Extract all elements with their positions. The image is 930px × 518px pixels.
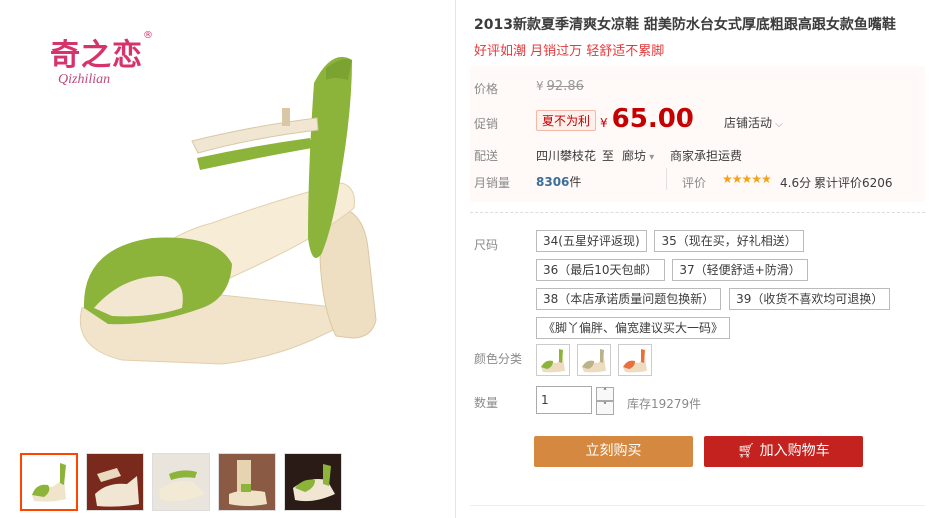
thumbnail-4[interactable] <box>218 453 276 511</box>
brand-name-en: Qizhilian <box>58 72 111 87</box>
ship-to-word: 至 <box>602 149 615 163</box>
yen-sign: ¥ <box>600 116 608 130</box>
rating-stars-icon: ★★★★★ <box>722 172 772 186</box>
total-reviews[interactable]: 累计评价6206 <box>814 174 893 191</box>
monthly-sales-unit: 件 <box>569 175 582 189</box>
yen-sign: ¥ <box>536 79 544 93</box>
price-label: 价格 <box>474 82 499 96</box>
thumbnail-1[interactable] <box>20 453 78 511</box>
color-option-orange[interactable] <box>618 344 652 376</box>
size-option[interactable]: 35（现在买，好礼相送） <box>654 230 804 252</box>
brand-name-cn: 奇之恋 <box>50 38 143 73</box>
add-to-cart-button[interactable]: 🛒︎ 加入购物车 <box>704 436 863 467</box>
thumbnail-5[interactable] <box>284 453 342 511</box>
shop-activity-dropdown[interactable]: 店铺活动 ⌵ <box>724 114 783 131</box>
quantity-increase-button[interactable]: ˄ <box>596 387 614 401</box>
product-title: 2013新款夏季清爽女凉鞋 甜美防水台女式厚底粗跟高跟女款鱼嘴鞋 <box>474 17 896 33</box>
ship-to-city: 廊坊 <box>622 149 647 163</box>
monthly-sales-count: 8306 <box>536 175 570 189</box>
caret-down-icon: ▾ <box>646 152 655 163</box>
size-options: 34(五星好评返现) 35（现在买，好礼相送） 36（最后10天包邮） 37（轻… <box>536 230 916 346</box>
bottom-divider <box>470 505 925 506</box>
rating-label: 评价 <box>682 176 707 190</box>
thumbnail-3[interactable] <box>152 453 210 511</box>
brand-logo: 奇之恋® Qizhilian <box>50 30 153 88</box>
shop-activity-label: 店铺活动 <box>724 116 773 130</box>
promo-price: ¥65.00 <box>600 104 694 134</box>
original-price: ¥92.86 <box>536 79 584 94</box>
chevron-down-icon: ⌵ <box>772 119 783 130</box>
stock-count: 库存19279件 <box>627 397 702 411</box>
rating-score: 4.6分 <box>780 176 812 190</box>
thumbnail-strip <box>20 453 342 511</box>
main-product-image[interactable]: 奇之恋® Qizhilian <box>12 8 450 440</box>
size-option[interactable]: 《脚丫偏胖、偏宽建议买大一码》 <box>536 317 731 339</box>
ship-to-dropdown[interactable]: 廊坊 ▾ <box>622 147 654 164</box>
sales-separator <box>666 168 667 190</box>
price-dropdown-icon[interactable]: ⌵ <box>684 114 692 128</box>
monthly-sales: 8306件 <box>536 173 581 190</box>
ship-from: 四川攀枝花 <box>536 149 597 163</box>
color-label: 颜色分类 <box>474 352 523 366</box>
promo-label: 促销 <box>474 117 499 131</box>
gallery: 奇之恋® Qizhilian <box>0 0 455 518</box>
promo-price-value: 65.00 <box>611 104 694 134</box>
size-label: 尺码 <box>474 238 499 252</box>
add-to-cart-label: 加入购物车 <box>759 443 830 459</box>
color-option-green[interactable] <box>536 344 570 376</box>
vertical-divider <box>455 0 456 518</box>
quantity-label: 数量 <box>474 396 499 410</box>
size-option[interactable]: 34(五星好评返现) <box>536 230 647 252</box>
size-option[interactable]: 38（本店承诺质量问题包换新） <box>536 288 722 310</box>
shipping-label: 配送 <box>474 149 499 163</box>
product-subtitle: 好评如潮 月销过万 轻舒适不累脚 <box>474 44 665 59</box>
cart-icon: 🛒︎ <box>737 443 760 459</box>
color-option-beige[interactable] <box>577 344 611 376</box>
size-option[interactable]: 37（轻便舒适+防滑） <box>672 259 808 281</box>
chevron-up-icon: ˄ <box>602 388 608 398</box>
registered-mark: ® <box>143 30 153 41</box>
color-options <box>536 344 652 376</box>
size-option[interactable]: 36（最后10天包邮） <box>536 259 665 281</box>
original-price-value: 92.86 <box>546 79 584 94</box>
promo-tag: 夏不为利 <box>536 110 597 131</box>
sales-label: 月销量 <box>474 176 511 190</box>
chevron-down-icon: ˅ <box>602 402 608 412</box>
section-divider <box>470 212 925 213</box>
quantity-decrease-button[interactable]: ˅ <box>596 401 614 415</box>
buy-now-button[interactable]: 立刻购买 <box>534 436 693 467</box>
thumbnail-2[interactable] <box>86 453 144 511</box>
quantity-input[interactable] <box>536 386 592 414</box>
shipping-fee: 商家承担运费 <box>670 149 743 163</box>
size-option[interactable]: 39（收货不喜欢均可退换） <box>729 288 891 310</box>
